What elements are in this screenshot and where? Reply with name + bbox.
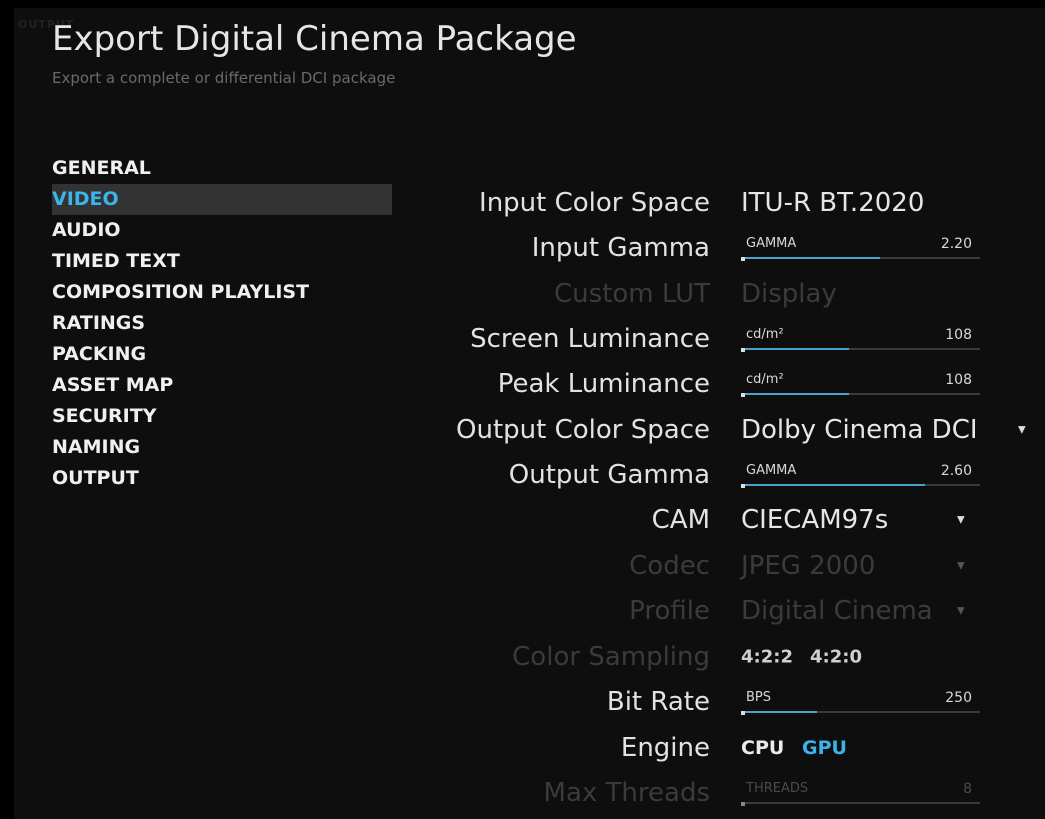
screen-luminance-row: Screen Luminance cd/m² 108 [420,316,1040,361]
slider-unit: cd/m² [746,372,784,387]
nav-item-composition-playlist[interactable]: COMPOSITION PLAYLIST [52,277,392,308]
color-sampling-option-422[interactable]: 4:2:2 [741,646,793,667]
profile-row: Profile Digital Cinema ▼ [420,588,1040,633]
input-color-space-value: ITU-R BT.2020 [741,187,925,218]
slider-handle[interactable] [741,348,745,352]
slider-value: 2.60 [940,463,972,479]
cam-label: CAM [651,504,710,535]
section-nav: GENERAL VIDEO AUDIO TIMED TEXT COMPOSITI… [52,153,392,494]
max-threads-label: Max Threads [543,777,710,808]
codec-label: Codec [629,550,710,581]
nav-item-ratings[interactable]: RATINGS [52,308,392,339]
caret-down-icon: ▼ [957,605,965,616]
custom-lut-label: Custom LUT [554,278,710,309]
slider-unit: cd/m² [746,327,784,342]
slider-value: 108 [945,327,972,343]
output-gamma-row: Output Gamma GAMMA 2.60 [420,452,1040,497]
cam-value[interactable]: CIECAM97s [741,505,888,535]
slider-unit: GAMMA [746,463,797,478]
slider-track [741,802,980,804]
color-sampling-label: Color Sampling [512,641,710,672]
slider-handle [741,802,745,806]
custom-lut-value: Display [741,278,837,309]
page-title: Export Digital Cinema Package [52,19,577,59]
slider-handle[interactable] [741,257,745,261]
cam-row[interactable]: CAM CIECAM97s ▼ [420,497,1040,542]
engine-option-cpu[interactable]: CPU [741,737,784,759]
color-sampling-row: Color Sampling 4:2:2 4:2:0 [420,634,1040,679]
slider-fill [741,711,818,713]
nav-item-security[interactable]: SECURITY [52,401,392,432]
custom-lut-row: Custom LUT Display [420,271,1040,316]
engine-option-gpu[interactable]: GPU [802,737,847,759]
slider-fill [741,348,849,350]
caret-down-icon[interactable]: ▼ [957,514,965,525]
output-gamma-slider[interactable]: GAMMA 2.60 [741,456,980,492]
slider-fill [741,393,849,395]
input-color-space-row: Input Color Space ITU-R BT.2020 [420,180,1040,225]
bit-rate-label: Bit Rate [606,686,710,717]
slider-unit: GAMMA [746,236,797,251]
screen-luminance-slider[interactable]: cd/m² 108 [741,320,980,356]
slider-handle[interactable] [741,711,745,715]
profile-label: Profile [629,595,710,626]
engine-label: Engine [620,732,710,763]
peak-luminance-slider[interactable]: cd/m² 108 [741,365,980,401]
input-gamma-label: Input Gamma [531,232,710,263]
slider-value: 2.20 [940,236,972,252]
output-color-space-value[interactable]: Dolby Cinema DCI [741,415,978,445]
nav-item-audio[interactable]: AUDIO [52,215,392,246]
slider-value: 250 [945,690,972,706]
slider-handle[interactable] [741,393,745,397]
slider-fill [741,484,926,486]
output-gamma-label: Output Gamma [508,459,710,490]
nav-item-video[interactable]: VIDEO [52,184,392,215]
slider-unit: THREADS [746,781,809,796]
max-threads-row: Max Threads THREADS 8 [420,770,1040,815]
profile-value: Digital Cinema [741,595,933,626]
slider-handle[interactable] [741,484,745,488]
nav-item-asset-map[interactable]: ASSET MAP [52,370,392,401]
caret-down-icon[interactable]: ▼ [1018,424,1026,435]
bit-rate-row: Bit Rate BPS 250 [420,679,1040,724]
output-color-space-label: Output Color Space [456,414,710,445]
engine-row: Engine CPU GPU [420,725,1040,770]
nav-item-general[interactable]: GENERAL [52,153,392,184]
color-sampling-option-420[interactable]: 4:2:0 [810,646,862,667]
bit-rate-slider[interactable]: BPS 250 [741,683,980,719]
output-color-space-row[interactable]: Output Color Space Dolby Cinema DCI ▼ [420,407,1040,452]
slider-fill [741,257,880,259]
codec-row: Codec JPEG 2000 ▼ [420,543,1040,588]
peak-luminance-row: Peak Luminance cd/m² 108 [420,361,1040,406]
codec-value: JPEG 2000 [741,550,876,581]
nav-item-naming[interactable]: NAMING [52,432,392,463]
nav-item-timed-text[interactable]: TIMED TEXT [52,246,392,277]
input-color-space-label: Input Color Space [479,187,710,218]
page-subtitle: Export a complete or differential DCI pa… [52,69,396,87]
slider-value: 108 [945,372,972,388]
screen-luminance-label: Screen Luminance [470,323,710,354]
peak-luminance-label: Peak Luminance [497,368,710,399]
input-gamma-row: Input Gamma GAMMA 2.20 [420,225,1040,270]
max-threads-slider: THREADS 8 [741,774,980,810]
input-gamma-slider[interactable]: GAMMA 2.20 [741,229,980,265]
caret-down-icon: ▼ [957,560,965,571]
nav-item-output[interactable]: OUTPUT [52,463,392,494]
slider-value: 8 [963,781,972,797]
slider-unit: BPS [746,690,772,705]
nav-item-packing[interactable]: PACKING [52,339,392,370]
